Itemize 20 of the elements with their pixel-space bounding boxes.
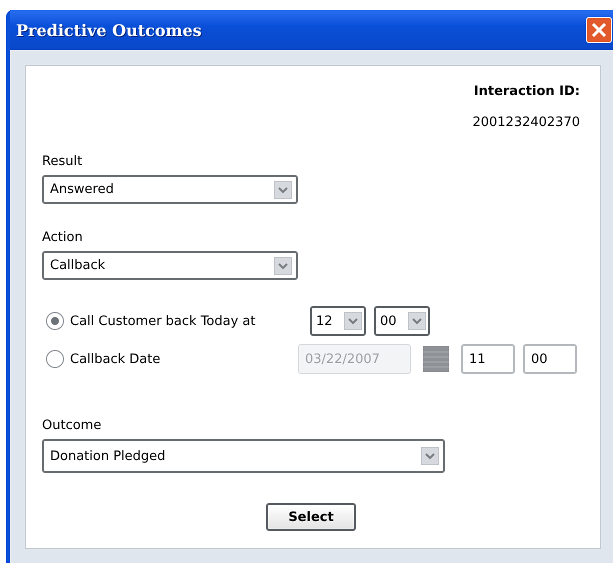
window-title: Predictive Outcomes — [16, 20, 202, 40]
select-button[interactable]: Select — [266, 503, 356, 531]
radio-label[interactable]: Callback Date — [70, 352, 160, 366]
action-dropdown[interactable]: Callback — [42, 251, 298, 280]
action-label: Action — [42, 230, 84, 245]
result-dropdown[interactable]: Answered — [42, 175, 298, 204]
time-dropdown[interactable]: 00 — [374, 306, 430, 336]
result-label: Result — [42, 154, 84, 169]
interaction-id-value: 2001232402370 — [472, 115, 580, 130]
radio-button[interactable] — [46, 350, 64, 368]
time-field[interactable]: 00 — [523, 344, 577, 374]
outcome-dropdown[interactable]: Donation Pledged — [42, 439, 445, 473]
close-button[interactable] — [586, 17, 612, 43]
radio-label[interactable]: Call Customer back Today at — [70, 314, 256, 328]
close-icon — [591, 22, 607, 38]
interaction-id-label: Interaction ID: — [474, 84, 580, 99]
time-field[interactable]: 11 — [461, 344, 515, 374]
time-dropdown[interactable]: 12 — [310, 306, 366, 336]
outcome-label: Outcome — [42, 418, 102, 433]
radio-button[interactable] — [46, 312, 64, 330]
